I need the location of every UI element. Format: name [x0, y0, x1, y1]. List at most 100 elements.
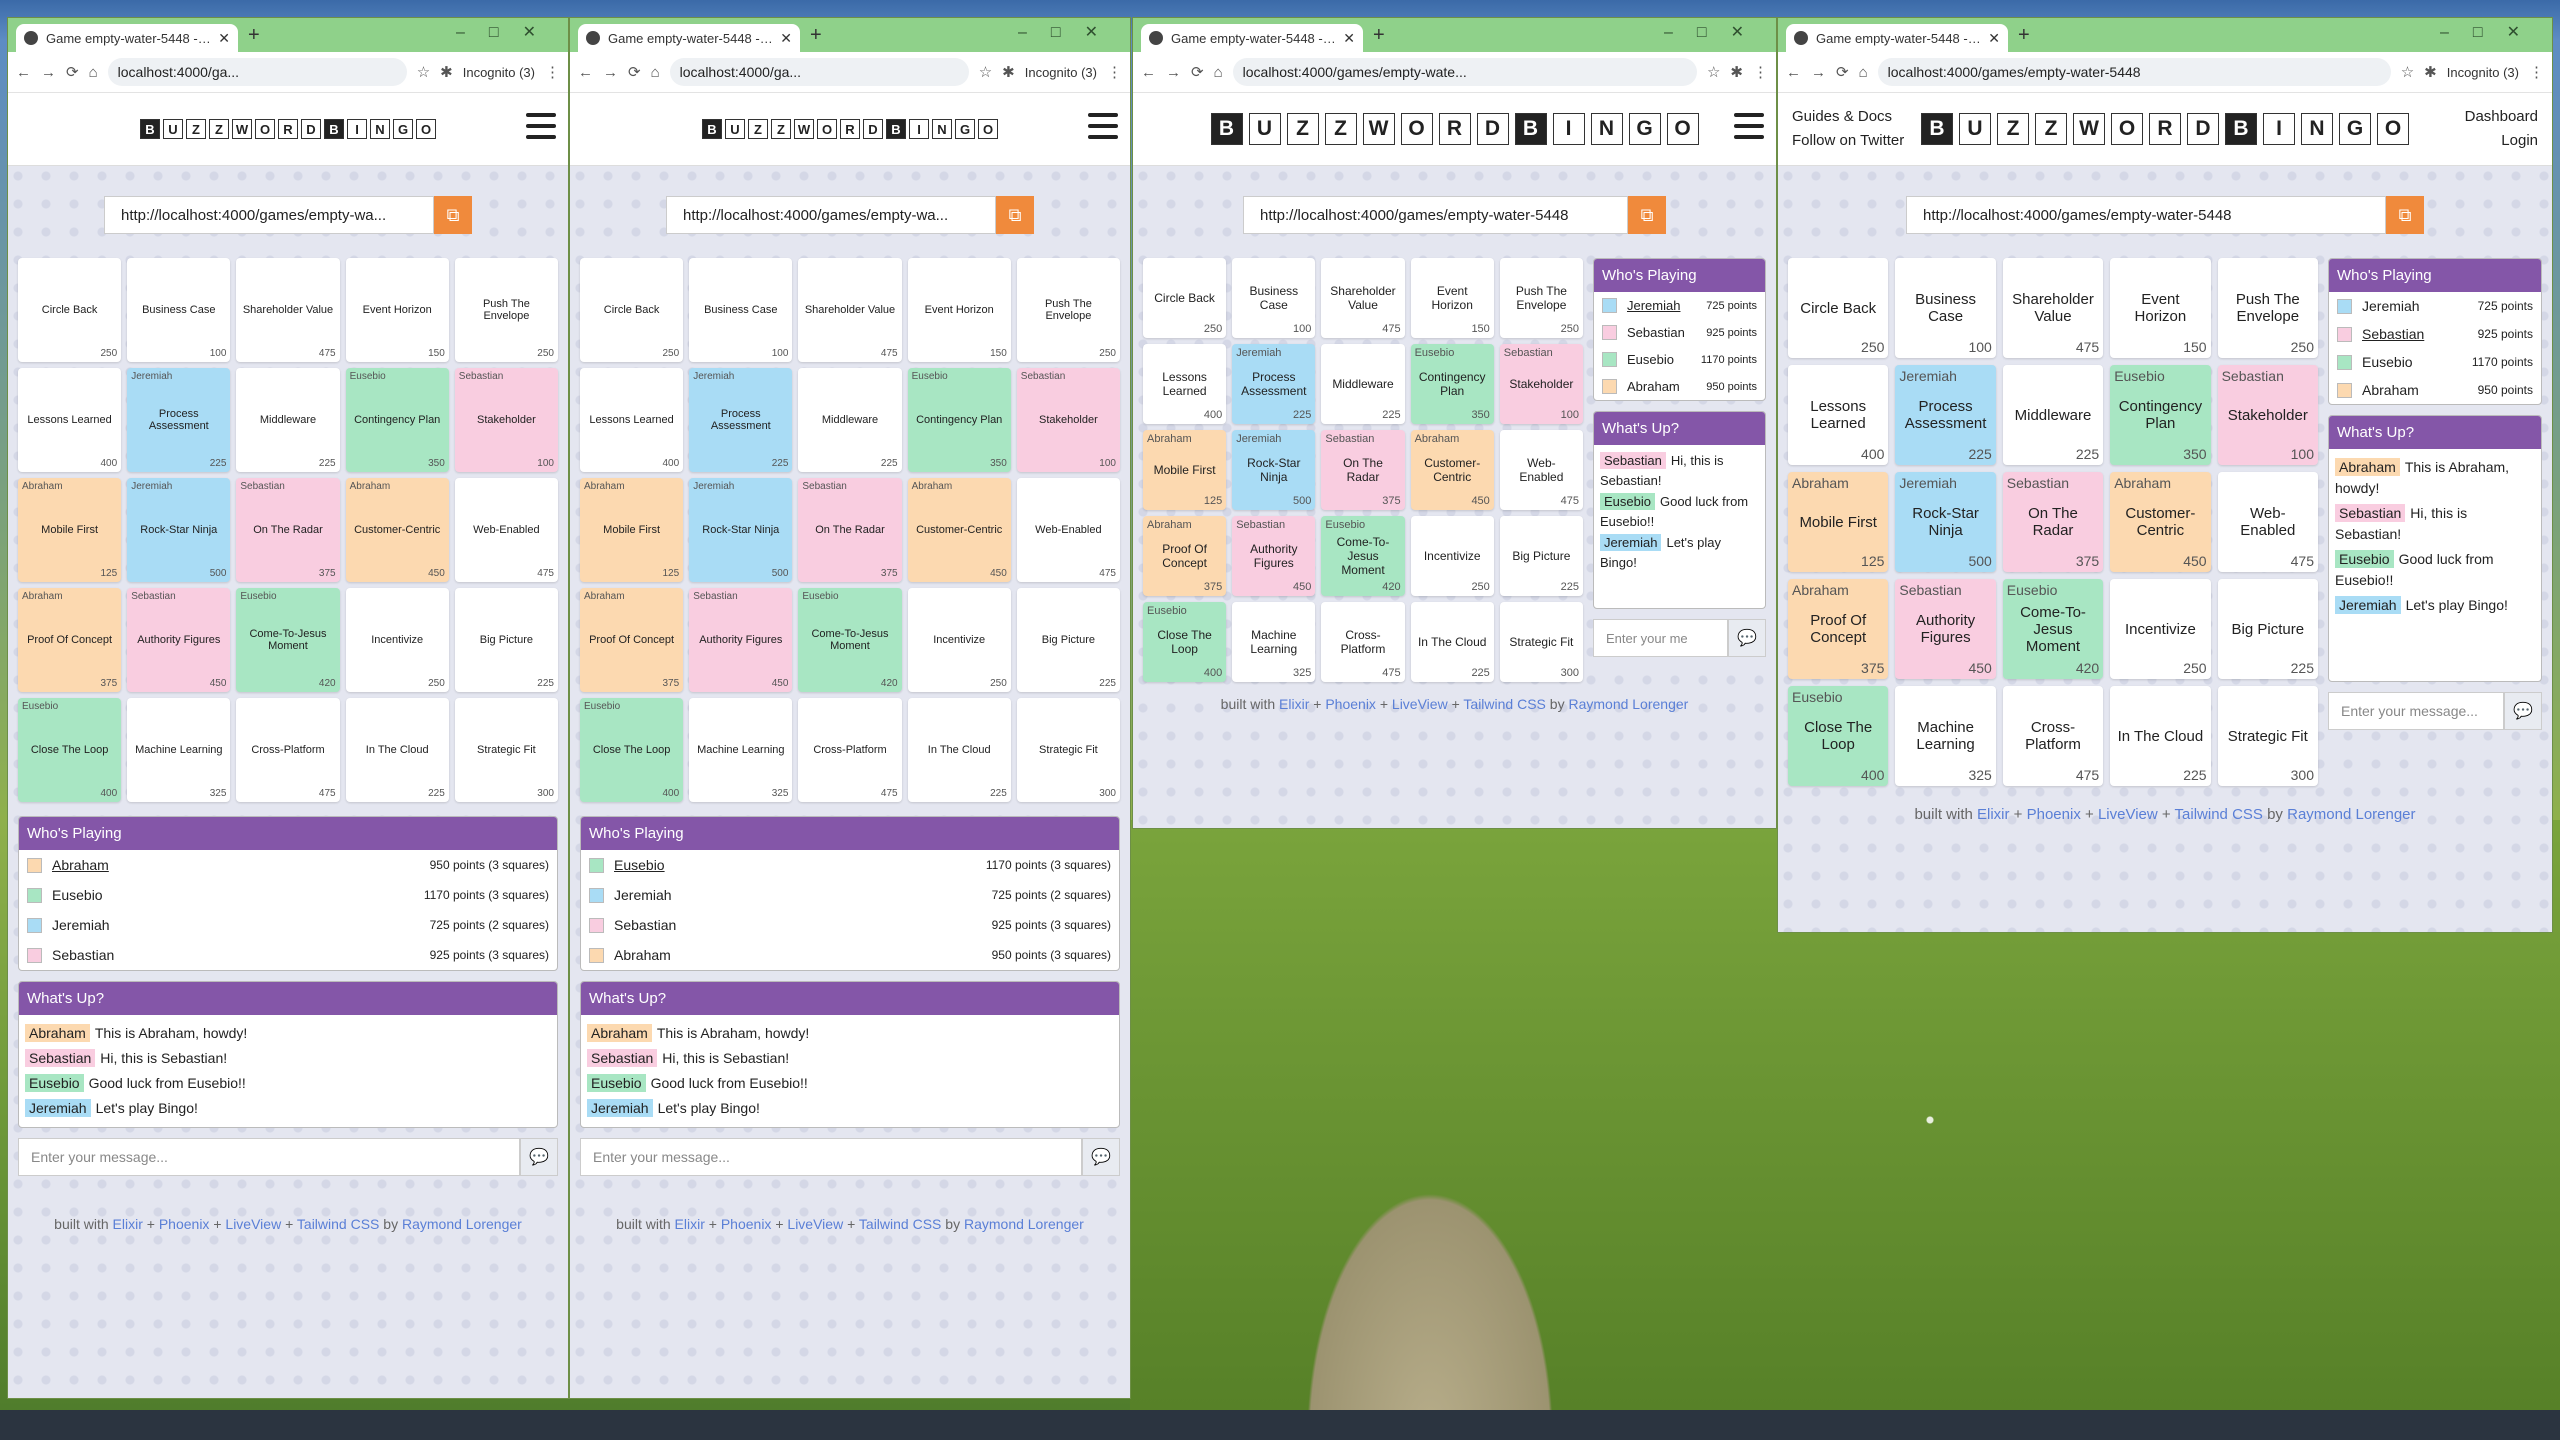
bookmark-star-icon[interactable]: ☆	[417, 63, 430, 81]
player-name[interactable]: Jeremiah	[52, 917, 430, 933]
bingo-square[interactable]: Big Picture 225	[2217, 579, 2318, 679]
bingo-square[interactable]: Big Picture 225	[1499, 516, 1583, 596]
send-message-button[interactable]: 💬	[2504, 692, 2542, 730]
send-message-button[interactable]: 💬	[520, 1138, 558, 1176]
window-controls[interactable]: –□✕	[1664, 22, 1768, 42]
bingo-square[interactable]: Abraham Mobile First 125	[1788, 472, 1889, 572]
bingo-square[interactable]: Big Picture 225	[454, 588, 558, 692]
footer-author[interactable]: Raymond Lorenger	[2287, 806, 2415, 823]
share-url-field[interactable]: http://localhost:4000/games/empty-water-…	[1906, 196, 2386, 234]
footer-tailwind[interactable]: Tailwind CSS	[1463, 696, 1545, 712]
player-name[interactable]: Jeremiah	[1627, 298, 1706, 313]
bingo-square[interactable]: Event Horizon 150	[907, 258, 1011, 362]
bingo-square[interactable]: Middleware 225	[2002, 365, 2104, 465]
message-list[interactable]: Abraham This is Abraham, howdy! Sebastian H…	[19, 1015, 557, 1127]
bingo-square[interactable]: Abraham Proof Of Concept 375	[18, 588, 122, 692]
bingo-square[interactable]: Jeremiah Process Assessment 225	[689, 368, 793, 472]
bingo-square[interactable]: Strategic Fit 300	[454, 698, 558, 802]
footer-tailwind[interactable]: Tailwind CSS	[297, 1216, 379, 1232]
bingo-square[interactable]: Eusebio Come-To-Jesus Moment 420	[236, 588, 340, 692]
buzzword-bingo-logo[interactable]: BUZZWORDBINGO	[140, 119, 436, 139]
reload-icon[interactable]: ⟳	[66, 63, 79, 81]
bingo-square[interactable]: Lessons Learned 400	[18, 368, 122, 472]
close-tab-icon[interactable]: ✕	[1988, 30, 2000, 47]
footer-liveview[interactable]: LiveView	[1392, 696, 1448, 712]
bingo-square[interactable]: Lessons Learned 400	[580, 368, 684, 472]
player-name[interactable]: Eusebio	[614, 857, 986, 873]
bingo-square[interactable]: Shareholder Value 475	[798, 258, 902, 362]
incognito-badge[interactable]: Incognito (3)	[2447, 65, 2519, 80]
bingo-square[interactable]: Abraham Proof Of Concept 375	[580, 588, 684, 692]
share-url-field[interactable]: http://localhost:4000/games/empty-wa...	[666, 196, 996, 234]
copy-link-button[interactable]: ⧉	[434, 196, 472, 234]
bingo-square[interactable]: Eusebio Contingency Plan 350	[2110, 365, 2211, 465]
bingo-square[interactable]: Sebastian Authority Figures 450	[1895, 579, 1996, 679]
bingo-square[interactable]: Push The Envelope 250	[1016, 258, 1120, 362]
player-name[interactable]: Abraham	[52, 857, 430, 873]
share-url-field[interactable]: http://localhost:4000/games/empty-water-…	[1243, 196, 1628, 234]
bingo-square[interactable]: In The Cloud 225	[907, 698, 1011, 802]
bookmark-star-icon[interactable]: ☆	[979, 63, 992, 81]
bingo-square[interactable]: Web-Enabled 475	[454, 478, 558, 582]
player-name[interactable]: Jeremiah	[2362, 298, 2478, 314]
bingo-square[interactable]: Incentivize 250	[345, 588, 449, 692]
bingo-square[interactable]: Shareholder Value 475	[2002, 258, 2104, 358]
bingo-square[interactable]: Sebastian Stakeholder 100	[1016, 368, 1120, 472]
bingo-square[interactable]: Eusebio Contingency Plan 350	[907, 368, 1011, 472]
bingo-square[interactable]: Abraham Customer-Centric 450	[345, 478, 449, 582]
bingo-square[interactable]: Incentivize 250	[2110, 579, 2211, 679]
copy-link-button[interactable]: ⧉	[1628, 196, 1666, 234]
bingo-square[interactable]: Circle Back 250	[18, 258, 122, 362]
bingo-square[interactable]: Middleware 225	[1321, 344, 1405, 424]
browser-menu-icon[interactable]: ⋮	[1753, 63, 1768, 81]
bingo-square[interactable]: Jeremiah Rock-Star Ninja 500	[689, 478, 793, 582]
bingo-square[interactable]: Push The Envelope 250	[454, 258, 558, 362]
bingo-square[interactable]: Middleware 225	[798, 368, 902, 472]
bingo-square[interactable]: Incentivize 250	[1410, 516, 1494, 596]
send-message-button[interactable]: 💬	[1728, 619, 1766, 657]
incognito-badge[interactable]: Incognito (3)	[463, 65, 535, 80]
message-list[interactable]: Abraham This is Abraham, howdy! Sebastian H…	[2329, 449, 2541, 624]
forward-icon[interactable]: →	[41, 64, 56, 81]
bingo-square[interactable]: Push The Envelope 250	[2217, 258, 2318, 358]
bingo-square[interactable]: Abraham Customer-Centric 450	[907, 478, 1011, 582]
url-field[interactable]: localhost:4000/games/empty-water-5448	[1877, 58, 2391, 86]
back-icon[interactable]: ←	[1786, 64, 1801, 81]
forward-icon[interactable]: →	[1811, 64, 1826, 81]
bingo-square[interactable]: Jeremiah Rock-Star Ninja 500	[127, 478, 231, 582]
bingo-square[interactable]: Business Case 100	[689, 258, 793, 362]
bingo-square[interactable]: Business Case 100	[1232, 258, 1316, 338]
message-list[interactable]: Abraham This is Abraham, howdy! Sebastian H…	[581, 1015, 1119, 1127]
bingo-square[interactable]: Lessons Learned 400	[1788, 365, 1889, 465]
new-tab-button[interactable]: +	[248, 24, 260, 47]
footer-phoenix[interactable]: Phoenix	[721, 1216, 772, 1232]
bingo-square[interactable]: Abraham Proof Of Concept 375	[1143, 516, 1227, 596]
footer-elixir[interactable]: Elixir	[1279, 696, 1309, 712]
dashboard-link[interactable]: Dashboard	[2465, 105, 2538, 129]
bingo-square[interactable]: Eusebio Come-To-Jesus Moment 420	[1321, 516, 1405, 596]
bingo-square[interactable]: Event Horizon 150	[1410, 258, 1494, 338]
bingo-square[interactable]: Cross-Platform 475	[236, 698, 340, 802]
reload-icon[interactable]: ⟳	[628, 63, 641, 81]
bingo-square[interactable]: Machine Learning 325	[127, 698, 231, 802]
bingo-square[interactable]: Web-Enabled 475	[1016, 478, 1120, 582]
bingo-square[interactable]: Business Case 100	[127, 258, 231, 362]
back-icon[interactable]: ←	[1141, 64, 1156, 81]
hamburger-menu-icon[interactable]	[1088, 113, 1118, 139]
buzzword-bingo-logo[interactable]: BUZZWORDBINGO	[1921, 113, 2409, 145]
bingo-square[interactable]: Machine Learning 325	[1232, 602, 1316, 682]
login-link[interactable]: Login	[2465, 129, 2538, 153]
bingo-square[interactable]: Jeremiah Rock-Star Ninja 500	[1895, 472, 1996, 572]
bingo-square[interactable]: Lessons Learned 400	[1143, 344, 1227, 424]
extensions-icon[interactable]: ✱	[1002, 63, 1015, 81]
bingo-square[interactable]: Abraham Mobile First 125	[18, 478, 122, 582]
bingo-square[interactable]: Sebastian On The Radar 375	[236, 478, 340, 582]
bingo-square[interactable]: Strategic Fit 300	[1499, 602, 1583, 682]
bingo-square[interactable]: Abraham Customer-Centric 450	[1410, 430, 1494, 510]
message-input[interactable]: Enter your message...	[580, 1138, 1082, 1176]
footer-tailwind[interactable]: Tailwind CSS	[2175, 806, 2263, 823]
bingo-square[interactable]: Strategic Fit 300	[2217, 686, 2318, 786]
extensions-icon[interactable]: ✱	[440, 63, 453, 81]
bingo-square[interactable]: Eusebio Close The Loop 400	[1788, 686, 1889, 786]
bingo-square[interactable]: Eusebio Close The Loop 400	[580, 698, 684, 802]
